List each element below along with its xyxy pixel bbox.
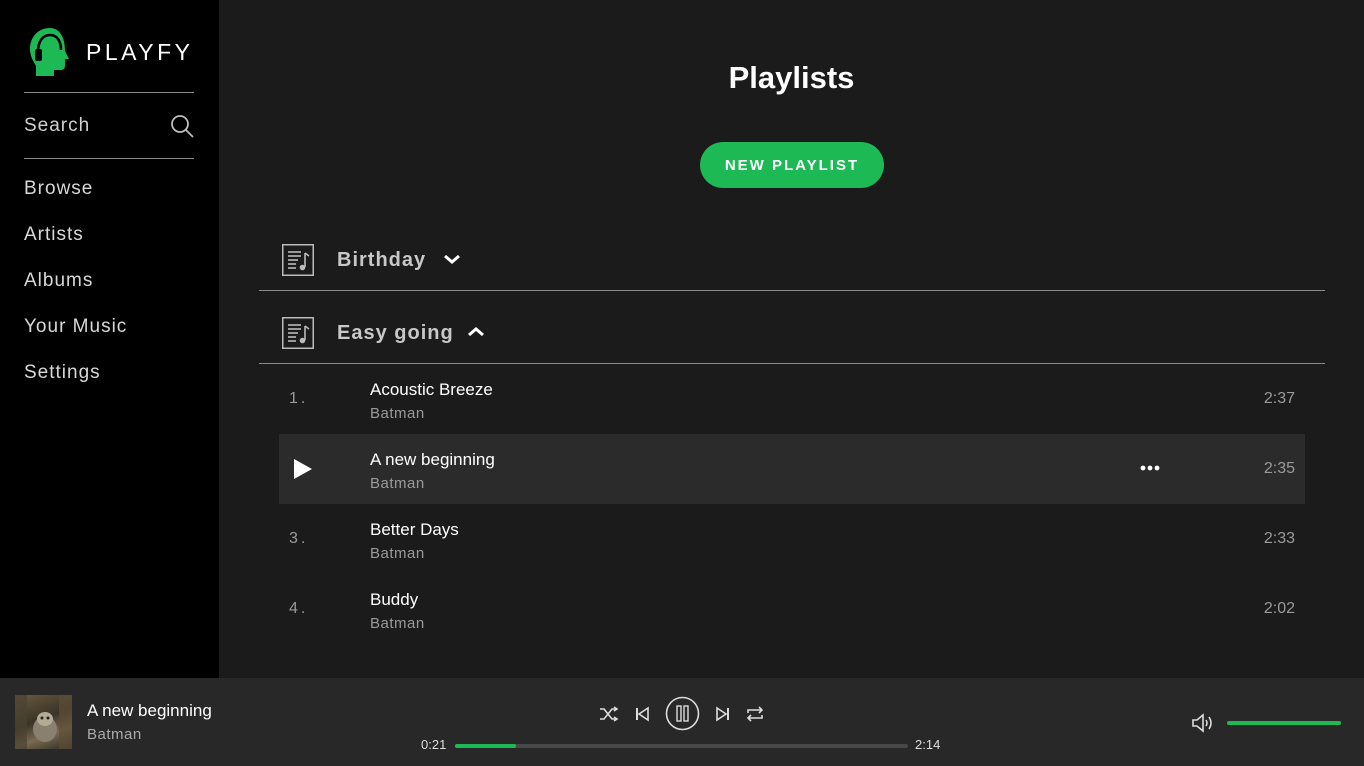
next-icon[interactable] — [716, 706, 730, 722]
pause-icon[interactable] — [665, 696, 700, 731]
now-playing-artist[interactable]: Batman — [87, 726, 142, 743]
repeat-icon[interactable] — [745, 705, 765, 723]
track-row[interactable]: 3. Better Days Batman 2:33 — [279, 504, 1305, 574]
shuffle-icon[interactable] — [599, 706, 619, 722]
track-row[interactable]: 4. Buddy Batman 2:02 — [279, 574, 1305, 644]
playlist-header-easy-going[interactable]: Easy going — [259, 291, 1325, 364]
track-row[interactable]: 1. Acoustic Breeze Batman 2:37 — [279, 364, 1305, 434]
nav-item-settings[interactable]: Settings — [24, 362, 127, 408]
track-artist[interactable]: Batman — [370, 615, 425, 632]
play-icon[interactable] — [293, 458, 313, 480]
total-time: 2:14 — [915, 737, 941, 752]
track-duration: 2:37 — [1263, 390, 1295, 407]
volume-fill — [1227, 721, 1341, 725]
progress-fill — [455, 744, 517, 748]
track-duration: 2:02 — [1263, 600, 1295, 617]
track-title: Acoustic Breeze — [370, 380, 493, 399]
sidebar: PLAYFY Browse Artists Albums Your Music … — [0, 0, 219, 678]
track-artist[interactable]: Batman — [370, 475, 425, 492]
track-row-active[interactable]: A new beginning Batman 2:35 — [279, 434, 1305, 504]
track-title: Better Days — [370, 520, 459, 539]
nav-item-albums[interactable]: Albums — [24, 270, 127, 316]
chevron-up-icon[interactable] — [467, 325, 485, 339]
track-number: 3. — [289, 530, 309, 547]
track-artist[interactable]: Batman — [370, 545, 425, 562]
track-title: Buddy — [370, 590, 419, 609]
playlist-icon — [282, 317, 314, 349]
album-cover[interactable] — [15, 695, 72, 749]
nav-item-your-music[interactable]: Your Music — [24, 316, 127, 362]
chevron-down-icon[interactable] — [443, 252, 461, 266]
search-input[interactable] — [24, 115, 154, 137]
playlist-name: Birthday — [337, 249, 427, 271]
app: PLAYFY Browse Artists Albums Your Music … — [0, 0, 1364, 766]
divider — [24, 92, 194, 93]
more-icon[interactable] — [1140, 462, 1160, 474]
playlist-header-birthday[interactable]: Birthday — [259, 218, 1325, 291]
sidebar-nav: Browse Artists Albums Your Music Setting… — [24, 178, 127, 408]
main-content: Playlists NEW PLAYLIST Birthday Easy goi… — [219, 0, 1364, 678]
previous-icon[interactable] — [635, 706, 649, 722]
headphone-head-logo-icon — [30, 28, 69, 76]
track-duration: 2:33 — [1263, 530, 1295, 547]
nav-item-artists[interactable]: Artists — [24, 224, 127, 270]
playlist-name: Easy going — [337, 322, 454, 344]
cover-art-image — [15, 695, 72, 749]
search-bar — [24, 110, 194, 142]
track-duration: 2:35 — [1263, 460, 1295, 477]
search-icon[interactable] — [170, 114, 194, 138]
volume-icon[interactable] — [1191, 712, 1215, 734]
elapsed-time: 0:21 — [421, 737, 447, 752]
logo[interactable]: PLAYFY — [28, 26, 194, 78]
page-title: Playlists — [728, 60, 855, 95]
divider — [24, 158, 194, 159]
track-number: 1. — [289, 390, 309, 407]
progress-bar[interactable] — [455, 744, 908, 748]
new-playlist-button[interactable]: NEW PLAYLIST — [700, 142, 884, 188]
nav-item-browse[interactable]: Browse — [24, 178, 127, 224]
volume-slider[interactable] — [1227, 721, 1341, 725]
track-title: A new beginning — [370, 450, 495, 469]
track-artist[interactable]: Batman — [370, 405, 425, 422]
brand-name: PLAYFY — [86, 38, 194, 65]
track-number: 4. — [289, 600, 309, 617]
playlist-icon — [282, 244, 314, 276]
player-bar: A new beginning Batman 0:21 2:14 — [0, 678, 1364, 766]
now-playing-title[interactable]: A new beginning — [87, 701, 212, 721]
